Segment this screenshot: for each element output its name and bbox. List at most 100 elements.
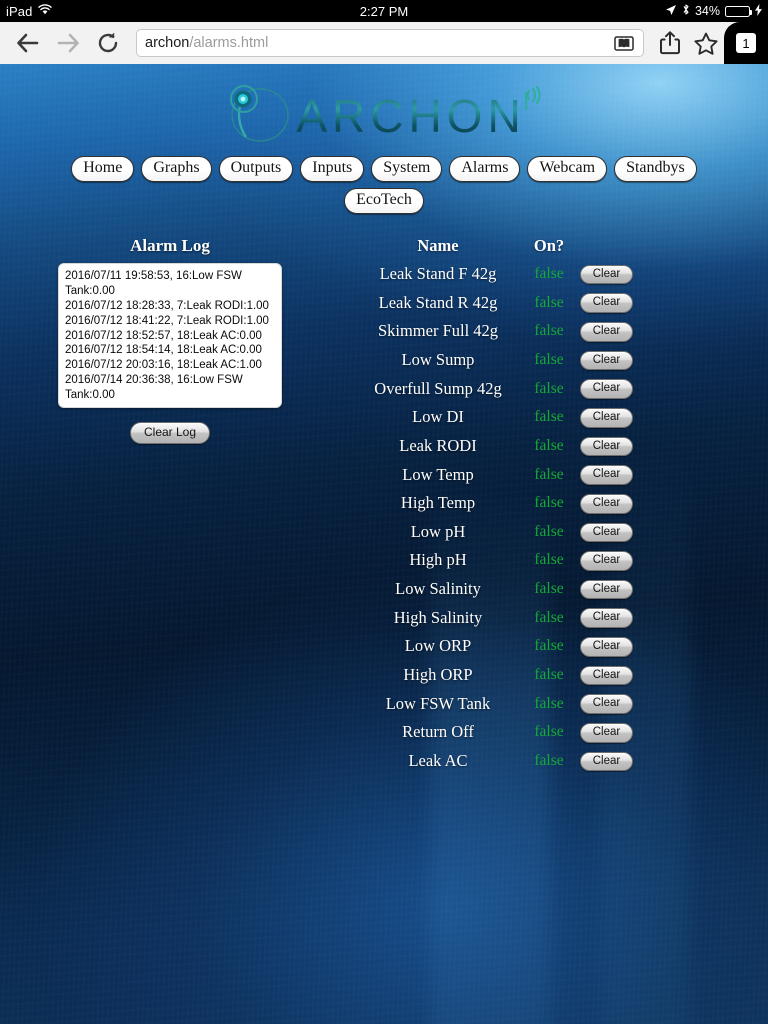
nav-row-primary: Home Graphs Outputs Inputs System Alarms… bbox=[0, 156, 768, 182]
location-arrow-icon bbox=[665, 4, 677, 19]
table-row: Low DIfalseClear bbox=[358, 403, 642, 432]
alarm-name-cell: Low DI bbox=[358, 403, 518, 432]
table-row: High SalinityfalseClear bbox=[358, 603, 642, 632]
alarm-state-cell: false bbox=[518, 432, 580, 461]
table-row: Low TempfalseClear bbox=[358, 460, 642, 489]
clear-alarm-button[interactable]: Clear bbox=[580, 494, 633, 514]
clear-alarm-button[interactable]: Clear bbox=[580, 666, 633, 686]
nav-item-standbys[interactable]: Standbys bbox=[614, 156, 697, 182]
clear-alarm-button[interactable]: Clear bbox=[580, 637, 633, 657]
table-row: High TempfalseClear bbox=[358, 489, 642, 518]
alarm-action-cell: Clear bbox=[580, 317, 642, 346]
signal-waves-icon bbox=[522, 85, 544, 116]
alarm-state-cell: false bbox=[518, 689, 580, 718]
column-header-name: Name bbox=[358, 236, 518, 260]
alarm-action-cell: Clear bbox=[580, 460, 642, 489]
table-row: Overfull Sump 42gfalseClear bbox=[358, 374, 642, 403]
clear-alarm-button[interactable]: Clear bbox=[580, 437, 633, 457]
alarm-state-cell: false bbox=[518, 575, 580, 604]
ios-status-bar: iPad 2:27 PM 34% bbox=[0, 0, 768, 22]
url-address-bar[interactable]: archon/alarms.html bbox=[136, 29, 644, 57]
alarm-state-cell: false bbox=[518, 489, 580, 518]
url-path-text: /alarms.html bbox=[189, 35, 268, 51]
clear-alarm-button[interactable]: Clear bbox=[580, 293, 633, 313]
clear-alarm-button[interactable]: Clear bbox=[580, 580, 633, 600]
table-row: High pHfalseClear bbox=[358, 546, 642, 575]
nav-item-graphs[interactable]: Graphs bbox=[141, 156, 211, 182]
alarm-name-cell: High pH bbox=[358, 546, 518, 575]
browser-toolbar: archon/alarms.html 1 bbox=[0, 22, 768, 64]
clear-alarm-button[interactable]: Clear bbox=[580, 723, 633, 743]
alarm-table: Name On? Leak Stand F 42gfalseClearLeak … bbox=[358, 236, 642, 776]
clear-alarm-button[interactable]: Clear bbox=[580, 379, 633, 399]
alarm-name-cell: Low Salinity bbox=[358, 575, 518, 604]
clear-alarm-button[interactable]: Clear bbox=[580, 551, 633, 571]
alarm-name-cell: Low ORP bbox=[358, 632, 518, 661]
alarm-state-cell: false bbox=[518, 288, 580, 317]
table-row: Leak ACfalseClear bbox=[358, 747, 642, 776]
nav-item-webcam[interactable]: Webcam bbox=[527, 156, 607, 182]
nav-item-ecotech[interactable]: EcoTech bbox=[344, 188, 424, 214]
alarm-action-cell: Clear bbox=[580, 403, 642, 432]
alarm-name-cell: Overfull Sump 42g bbox=[358, 374, 518, 403]
clear-log-button[interactable]: Clear Log bbox=[130, 422, 210, 444]
alarm-log-panel: Alarm Log 2016/07/11 19:58:53, 16:Low FS… bbox=[0, 236, 340, 776]
alarm-action-cell: Clear bbox=[580, 346, 642, 375]
alarm-name-cell: Low pH bbox=[358, 518, 518, 547]
clear-alarm-button[interactable]: Clear bbox=[580, 752, 633, 772]
nav-item-outputs[interactable]: Outputs bbox=[219, 156, 294, 182]
alarm-state-cell: false bbox=[518, 374, 580, 403]
clear-alarm-button[interactable]: Clear bbox=[580, 265, 633, 285]
alarm-action-cell: Clear bbox=[580, 718, 642, 747]
status-bar-right: 34% bbox=[665, 3, 762, 19]
share-icon[interactable] bbox=[652, 26, 688, 60]
column-header-on: On? bbox=[518, 236, 580, 260]
alarm-name-cell: Leak Stand R 42g bbox=[358, 288, 518, 317]
nav-item-alarms[interactable]: Alarms bbox=[449, 156, 520, 182]
alarm-action-cell: Clear bbox=[580, 632, 642, 661]
nav-item-home[interactable]: Home bbox=[71, 156, 134, 182]
alarm-table-head: Name On? bbox=[358, 236, 642, 260]
reader-view-icon[interactable] bbox=[613, 34, 635, 52]
alarm-action-cell: Clear bbox=[580, 689, 642, 718]
alarm-state-cell: false bbox=[518, 603, 580, 632]
alarm-state-cell: false bbox=[518, 317, 580, 346]
alarm-log-title: Alarm Log bbox=[0, 236, 340, 256]
alarm-table-panel: Name On? Leak Stand F 42gfalseClearLeak … bbox=[340, 236, 768, 776]
archon-alarms-page: ARCHON Home Graphs Outputs Inputs System… bbox=[0, 64, 768, 1024]
alarm-action-cell: Clear bbox=[580, 661, 642, 690]
bookmark-star-icon[interactable] bbox=[688, 26, 724, 60]
table-row: Low SalinityfalseClear bbox=[358, 575, 642, 604]
alarm-action-cell: Clear bbox=[580, 747, 642, 776]
clear-alarm-button[interactable]: Clear bbox=[580, 465, 633, 485]
lightning-bolt-icon bbox=[755, 4, 762, 19]
clear-alarm-button[interactable]: Clear bbox=[580, 322, 633, 342]
alarm-state-cell: false bbox=[518, 260, 580, 289]
archon-logo: ARCHON bbox=[224, 83, 543, 150]
alarm-name-cell: High ORP bbox=[358, 661, 518, 690]
back-arrow-icon[interactable] bbox=[8, 26, 48, 60]
table-row: Return OfffalseClear bbox=[358, 718, 642, 747]
table-row: Low pHfalseClear bbox=[358, 518, 642, 547]
alarm-name-cell: Skimmer Full 42g bbox=[358, 317, 518, 346]
alarm-action-cell: Clear bbox=[580, 374, 642, 403]
tab-count-button[interactable]: 1 bbox=[724, 22, 768, 64]
clear-alarm-button[interactable]: Clear bbox=[580, 694, 633, 714]
clear-alarm-button[interactable]: Clear bbox=[580, 608, 633, 628]
nav-item-system[interactable]: System bbox=[371, 156, 442, 182]
clear-alarm-button[interactable]: Clear bbox=[580, 351, 633, 371]
page-content: Alarm Log 2016/07/11 19:58:53, 16:Low FS… bbox=[0, 220, 768, 776]
alarm-name-cell: High Salinity bbox=[358, 603, 518, 632]
alarm-name-cell: Leak AC bbox=[358, 747, 518, 776]
alarm-state-cell: false bbox=[518, 747, 580, 776]
clear-alarm-button[interactable]: Clear bbox=[580, 408, 633, 428]
reload-icon[interactable] bbox=[88, 26, 128, 60]
table-row: Leak RODIfalseClear bbox=[358, 432, 642, 461]
alarm-state-cell: false bbox=[518, 632, 580, 661]
alarm-name-cell: Leak RODI bbox=[358, 432, 518, 461]
forward-arrow-icon[interactable] bbox=[48, 26, 88, 60]
alarm-action-cell: Clear bbox=[580, 575, 642, 604]
alarm-log-textarea[interactable]: 2016/07/11 19:58:53, 16:Low FSW Tank:0.0… bbox=[58, 263, 282, 408]
clear-alarm-button[interactable]: Clear bbox=[580, 523, 633, 543]
nav-item-inputs[interactable]: Inputs bbox=[300, 156, 364, 182]
